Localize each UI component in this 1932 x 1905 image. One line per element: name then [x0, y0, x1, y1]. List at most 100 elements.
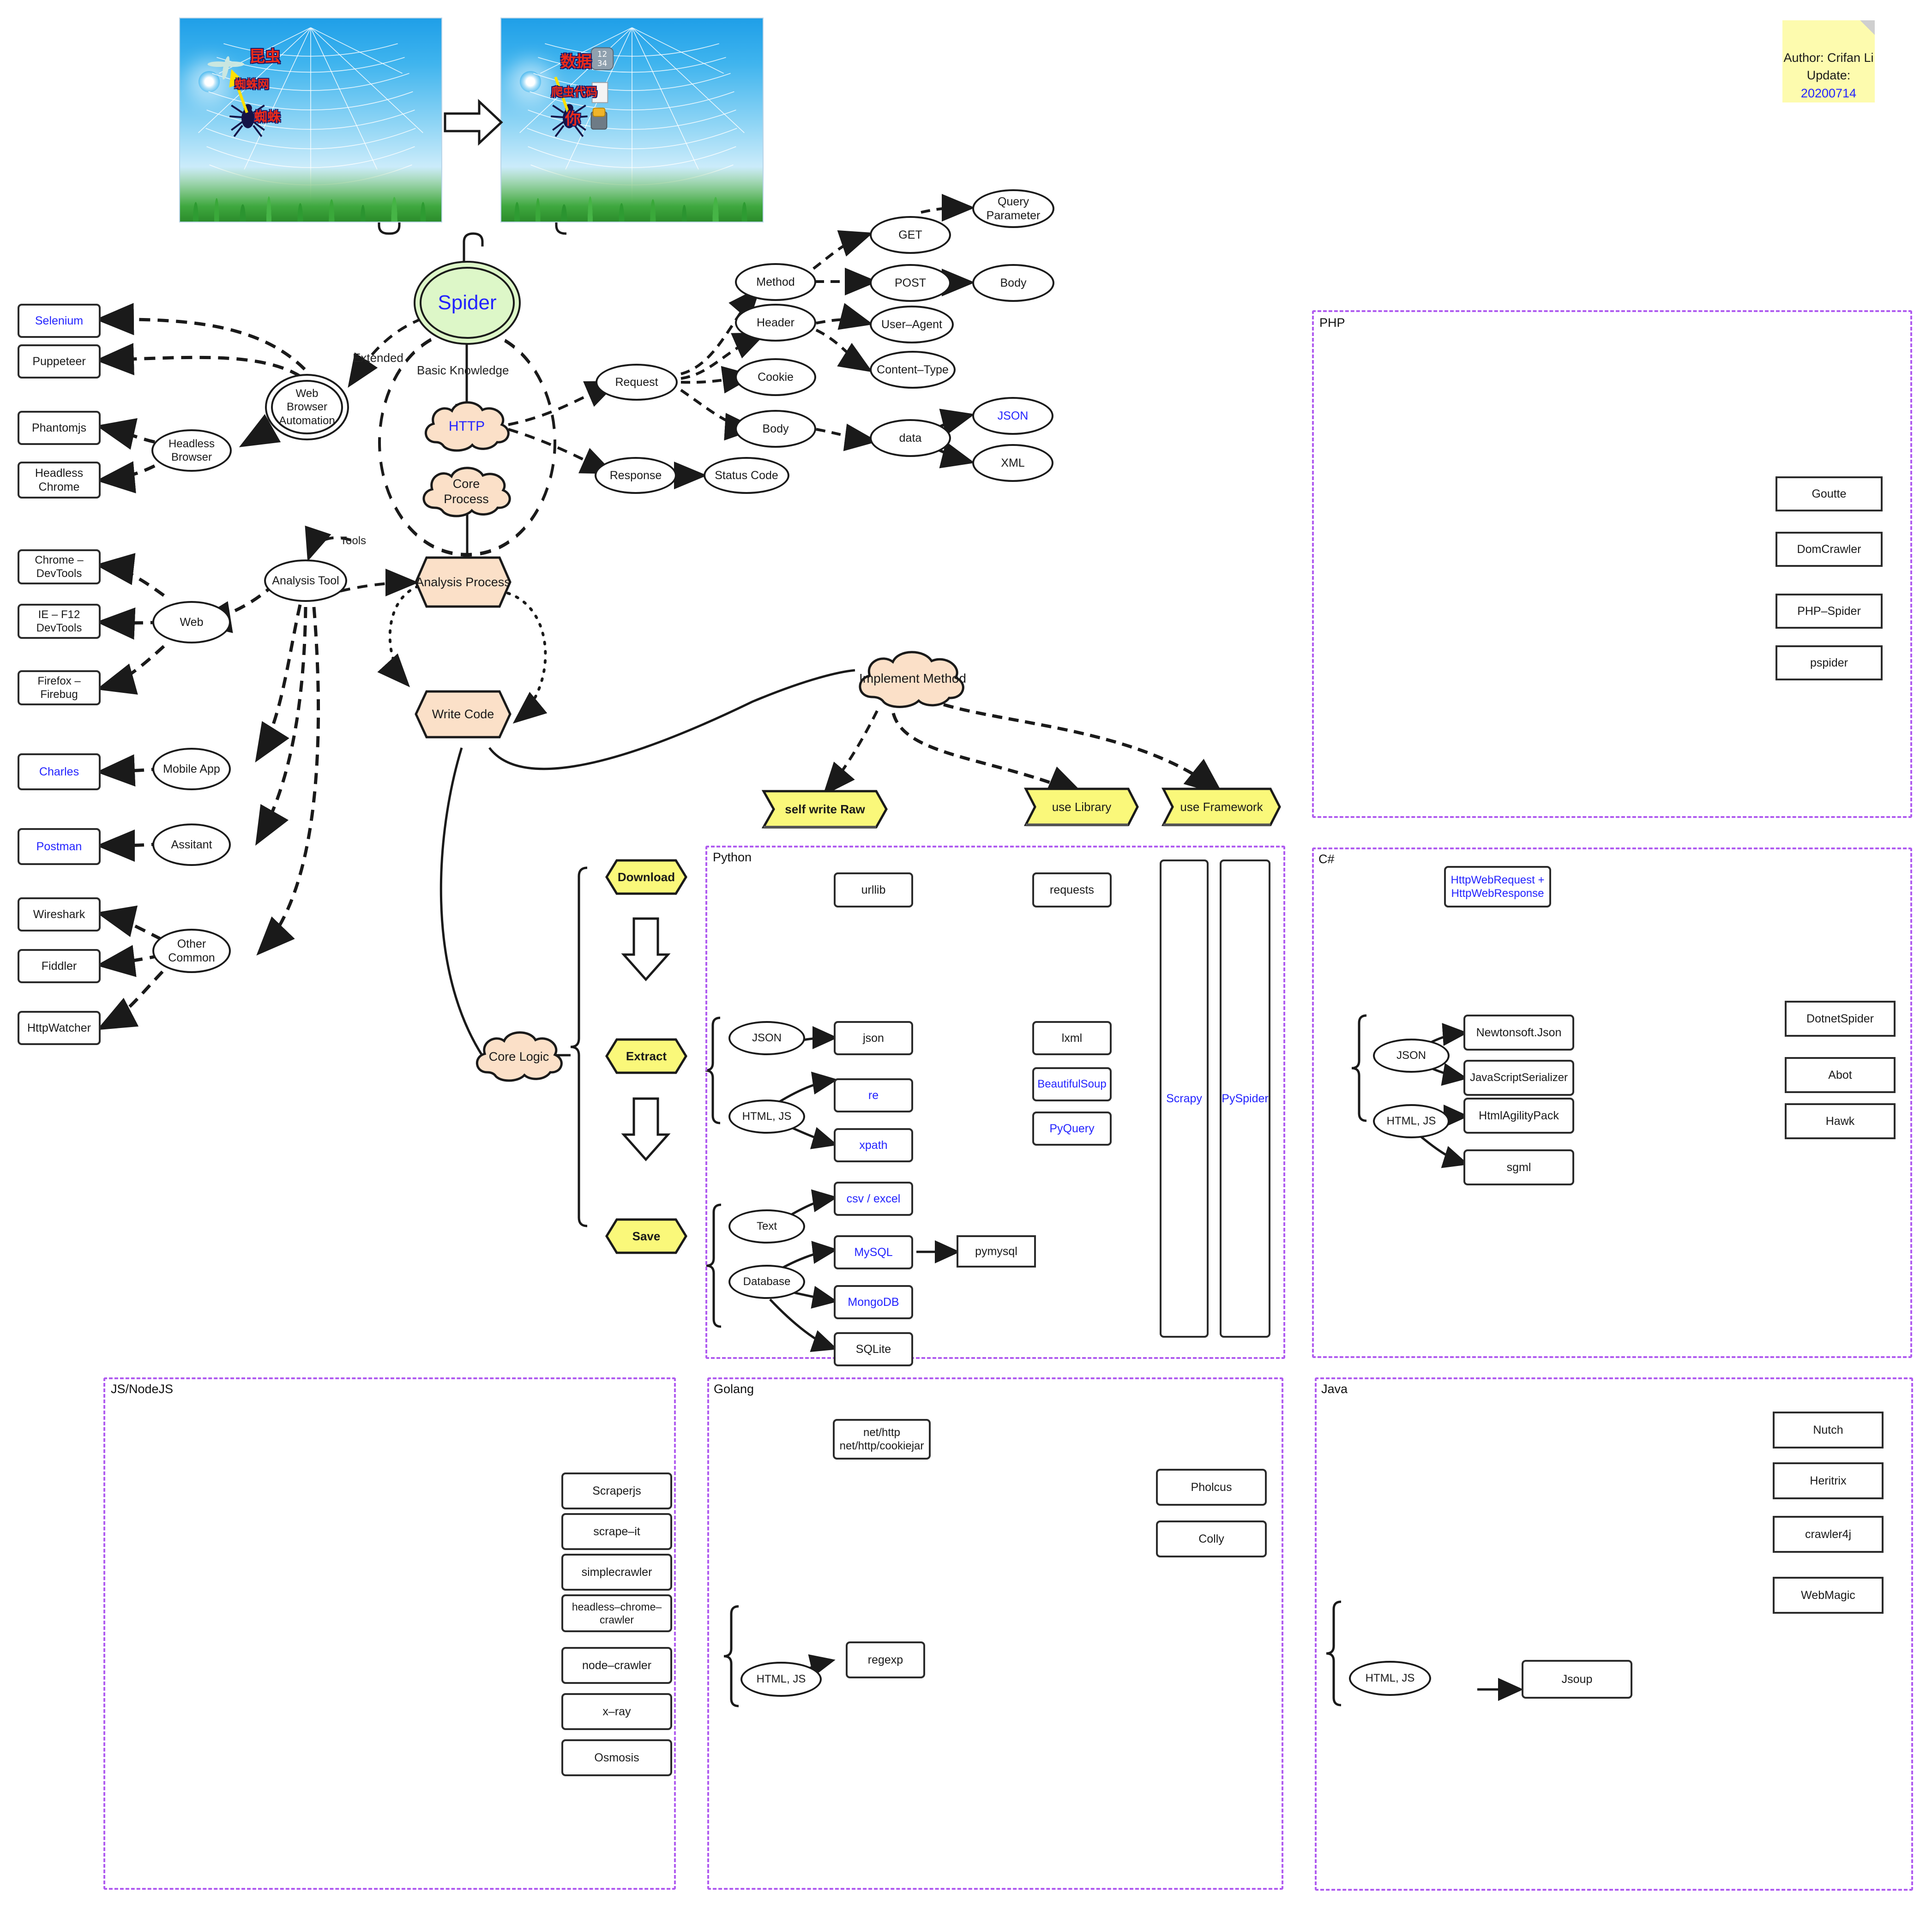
node-response[interactable]: Response — [595, 457, 677, 494]
node-data[interactable]: data — [870, 419, 951, 457]
node-go-nethttp[interactable]: net/http net/http/cookiejar — [833, 1419, 931, 1460]
node-ie-f12-devtools[interactable]: IE – F12 DevTools — [18, 604, 101, 639]
node-user-agent[interactable]: User–Agent — [870, 306, 954, 343]
node-post[interactable]: POST — [870, 264, 951, 302]
node-cs-sgml[interactable]: sgml — [1463, 1149, 1574, 1185]
node-chrome-devtools[interactable]: Chrome – DevTools — [18, 549, 101, 584]
node-group-mobile-app[interactable]: Mobile App — [152, 748, 231, 790]
node-method[interactable]: Method — [735, 263, 816, 301]
node-js-x-ray[interactable]: x–ray — [561, 1693, 672, 1730]
node-java-crawler4j[interactable]: crawler4j — [1773, 1516, 1884, 1553]
node-json-body[interactable]: JSON — [972, 397, 1053, 435]
node-headless-chrome[interactable]: Headless Chrome — [18, 462, 101, 499]
node-php-pspider[interactable]: pspider — [1776, 645, 1883, 680]
node-httpwatcher[interactable]: HttpWatcher — [18, 1011, 101, 1045]
node-php-domcrawler[interactable]: DomCrawler — [1776, 532, 1883, 567]
node-core-logic[interactable]: Core Logic — [469, 1027, 569, 1086]
node-cs-dotnetspider[interactable]: DotnetSpider — [1785, 1001, 1896, 1037]
node-pipeline-save[interactable]: Save — [605, 1218, 688, 1255]
node-py-group-html-js[interactable]: HTML, JS — [728, 1100, 805, 1134]
node-spider[interactable]: Spider — [414, 261, 521, 345]
node-cs-javascriptserializer[interactable]: JavaScriptSerializer — [1463, 1060, 1574, 1096]
node-cs-group-html-js[interactable]: HTML, JS — [1373, 1104, 1450, 1138]
node-pipeline-download[interactable]: Download — [605, 859, 688, 895]
node-js-headless-chrome-crawler[interactable]: headless–chrome–crawler — [561, 1594, 672, 1632]
node-phantomjs[interactable]: Phantomjs — [18, 411, 101, 445]
node-py-xpath[interactable]: xpath — [834, 1128, 913, 1162]
node-wireshark[interactable]: Wireshark — [18, 897, 101, 931]
node-group-web[interactable]: Web — [152, 601, 231, 643]
node-py-pyspider[interactable]: PySpider — [1220, 859, 1270, 1338]
node-cs-httpwebrequest[interactable]: HttpWebRequest + HttpWebResponse — [1444, 866, 1551, 907]
node-cs-abot[interactable]: Abot — [1785, 1057, 1896, 1093]
node-puppeteer[interactable]: Puppeteer — [18, 344, 101, 379]
node-py-pymysql[interactable]: pymysql — [957, 1235, 1036, 1268]
node-core-process[interactable]: Core Process — [415, 462, 517, 522]
node-py-requests[interactable]: requests — [1032, 872, 1112, 907]
node-py-pyquery[interactable]: PyQuery — [1032, 1112, 1112, 1146]
node-group-other-common[interactable]: Other Common — [152, 929, 231, 973]
node-cs-htmlagilitypack[interactable]: HtmlAgilityPack — [1463, 1098, 1574, 1134]
node-firefox-firebug[interactable]: Firefox – Firebug — [18, 670, 101, 705]
node-py-beautifulsoup[interactable]: BeautifulSoup — [1032, 1067, 1112, 1101]
node-py-re[interactable]: re — [834, 1078, 913, 1112]
node-py-urllib[interactable]: urllib — [834, 872, 913, 907]
node-js-simplecrawler[interactable]: simplecrawler — [561, 1554, 672, 1591]
node-cs-group-json[interactable]: JSON — [1373, 1039, 1450, 1073]
node-cookie[interactable]: Cookie — [735, 358, 816, 396]
node-js-scrape-it[interactable]: scrape–it — [561, 1513, 672, 1550]
node-py-sqlite[interactable]: SQLite — [834, 1332, 913, 1366]
node-self-write-raw[interactable]: self write Raw — [762, 789, 888, 829]
node-group-assitant[interactable]: Assitant — [152, 823, 231, 866]
node-py-group-database[interactable]: Database — [728, 1265, 805, 1299]
node-php-goutte[interactable]: Goutte — [1776, 476, 1883, 511]
node-js-scraperjs[interactable]: Scraperjs — [561, 1472, 672, 1509]
node-js-node-crawler[interactable]: node–crawler — [561, 1647, 672, 1684]
node-post-body[interactable]: Body — [972, 264, 1054, 302]
node-py-group-text[interactable]: Text — [728, 1209, 805, 1244]
node-headless-browser[interactable]: Headless Browser — [151, 429, 232, 472]
node-implement-method[interactable]: Implement Method — [850, 646, 975, 711]
node-selenium[interactable]: Selenium — [18, 304, 101, 338]
node-php-spider[interactable]: PHP–Spider — [1776, 594, 1883, 629]
node-write-code[interactable]: Write Code — [415, 690, 512, 739]
node-java-webmagic[interactable]: WebMagic — [1773, 1577, 1884, 1614]
node-cs-hawk[interactable]: Hawk — [1785, 1103, 1896, 1139]
node-js-osmosis[interactable]: Osmosis — [561, 1739, 672, 1776]
node-py-re-label: re — [868, 1088, 879, 1102]
node-java-jsoup[interactable]: Jsoup — [1522, 1660, 1632, 1699]
node-go-regexp[interactable]: regexp — [846, 1641, 925, 1678]
node-go-pholcus[interactable]: Pholcus — [1156, 1469, 1267, 1506]
node-py-json[interactable]: json — [834, 1021, 913, 1055]
node-fiddler[interactable]: Fiddler — [18, 949, 101, 983]
node-py-mongodb[interactable]: MongoDB — [834, 1285, 913, 1319]
node-analysis-process[interactable]: Analysis Process — [415, 556, 512, 608]
node-query-parameter[interactable]: Query Parameter — [972, 189, 1054, 228]
node-cs-newtonsoft-json[interactable]: Newtonsoft.Json — [1463, 1015, 1574, 1051]
node-request[interactable]: Request — [596, 364, 678, 401]
node-use-framework[interactable]: use Framework — [1162, 787, 1282, 827]
node-java-group-html-js[interactable]: HTML, JS — [1349, 1661, 1431, 1696]
node-java-heritrix[interactable]: Heritrix — [1773, 1462, 1884, 1499]
node-pipeline-extract[interactable]: Extract — [605, 1038, 688, 1075]
node-analysis-tool[interactable]: Analysis Tool — [264, 559, 347, 602]
node-http[interactable]: HTTP — [418, 397, 516, 456]
node-py-csv-excel[interactable]: csv / excel — [834, 1182, 913, 1216]
node-status-code[interactable]: Status Code — [704, 457, 789, 494]
node-java-nutch[interactable]: Nutch — [1773, 1412, 1884, 1448]
node-py-mysql[interactable]: MySQL — [834, 1235, 913, 1269]
node-get[interactable]: GET — [870, 216, 951, 254]
node-use-library[interactable]: use Library — [1024, 787, 1139, 827]
node-content-type[interactable]: Content–Type — [870, 351, 956, 389]
node-py-lxml[interactable]: lxml — [1032, 1021, 1112, 1055]
node-go-colly[interactable]: Colly — [1156, 1520, 1267, 1557]
node-postman[interactable]: Postman — [18, 828, 101, 865]
node-go-group-html-js[interactable]: HTML, JS — [740, 1662, 822, 1697]
node-py-scrapy[interactable]: Scrapy — [1160, 859, 1209, 1338]
node-py-group-json[interactable]: JSON — [728, 1021, 805, 1055]
node-xml-body[interactable]: XML — [972, 444, 1053, 482]
node-charles[interactable]: Charles — [18, 753, 101, 790]
node-header[interactable]: Header — [735, 304, 816, 342]
node-request-body[interactable]: Body — [735, 410, 816, 448]
node-web-browser-automation[interactable]: Web Browser Automation — [265, 374, 349, 440]
